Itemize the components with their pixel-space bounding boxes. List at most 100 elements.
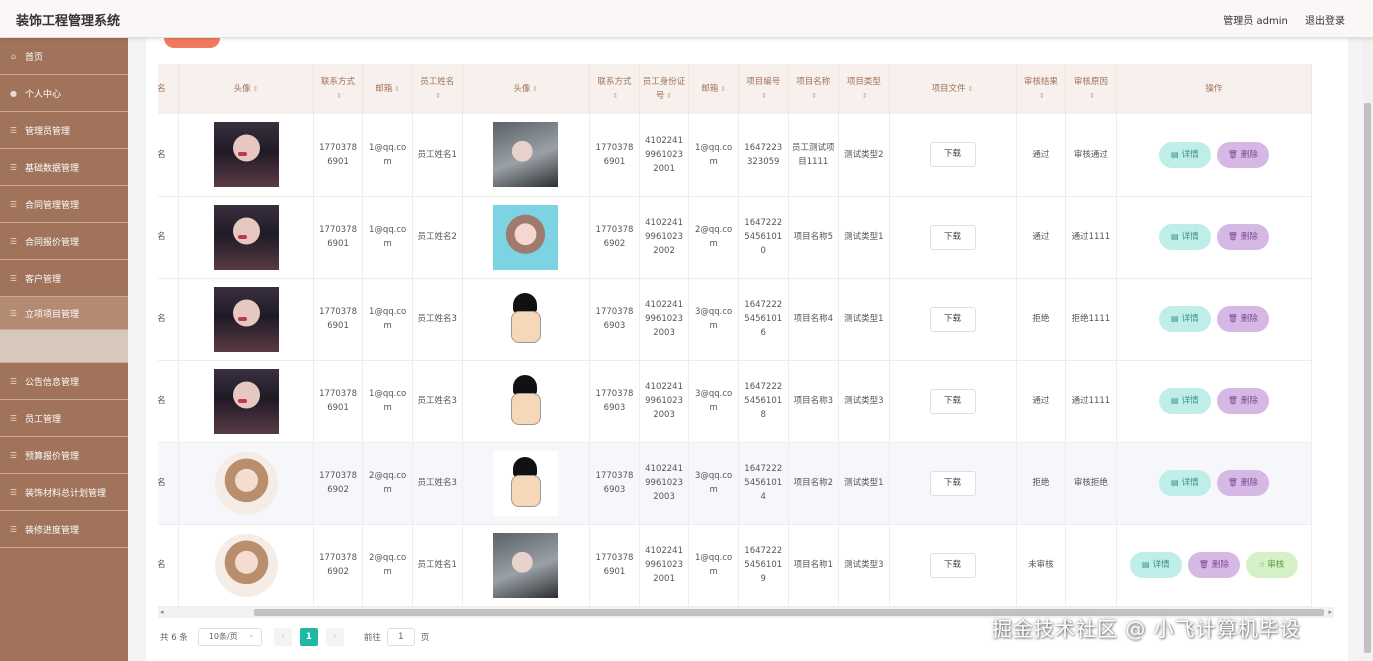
list-icon: ☰ (9, 450, 18, 460)
sort-icon[interactable]: ⇕ (862, 89, 868, 103)
actions-cell: ▤ 详情 🗑 删除 (1116, 196, 1313, 279)
table-cell: 410224199610232003 (639, 278, 690, 361)
delete-button[interactable]: 🗑 删除 (1187, 552, 1240, 578)
column-header[interactable]: 联系方式 ⇕ (589, 64, 640, 114)
page-size-select[interactable]: 10条/页 (197, 627, 262, 646)
download-button[interactable]: 下载 (929, 306, 976, 332)
sort-icon[interactable]: ⇕ (253, 82, 259, 96)
prev-page-button[interactable]: ‹ (273, 628, 292, 646)
sort-icon[interactable]: ⇕ (613, 89, 619, 103)
table-cell: 1@qq.com (688, 114, 739, 197)
download-button[interactable]: 下载 (929, 470, 976, 496)
delete-button[interactable]: 🗑 删除 (1216, 224, 1269, 250)
vertical-scrollbar[interactable] (1362, 38, 1373, 661)
column-header[interactable]: 项目编号 ⇕ (738, 64, 789, 114)
download-button[interactable]: 下载 (929, 552, 976, 578)
sidebar-item-budget[interactable]: ☰ 预算报价管理 (0, 437, 128, 474)
sort-icon[interactable]: ⇕ (761, 89, 767, 103)
sidebar-item-notice[interactable]: ☰ 公告信息管理 (0, 363, 128, 400)
scroll-right-icon[interactable]: ▸ (1328, 608, 1332, 616)
table-row: 姓名 177037869022@qq.com员工姓名1 17703786901410… (158, 524, 1313, 607)
table-row: 姓名177037869011@qq.com员工姓名117703786901410… (158, 114, 1313, 197)
column-header[interactable]: 员工身份证号 ⇕ (639, 64, 690, 114)
table-cell: 16472225456101 9 (738, 524, 789, 607)
column-header[interactable]: 头像 ⇕ (462, 64, 591, 114)
column-header[interactable]: 联系方式 ⇕ (313, 64, 364, 114)
delete-button[interactable]: 🗑 删除 (1216, 141, 1269, 168)
avatar-image (493, 204, 559, 270)
avatar-cell (462, 114, 591, 197)
column-header[interactable]: 项目名称 ⇕ (788, 64, 840, 114)
sidebar-item-profile[interactable]: ● 个人中心 (0, 75, 128, 112)
logout-link[interactable]: 退出登录 (1305, 16, 1345, 27)
download-button[interactable]: 下载 (929, 142, 976, 168)
column-header[interactable]: 项目文件 ⇕ (889, 64, 1017, 114)
document-icon: ▤ (1171, 232, 1179, 241)
column-header[interactable]: 头像 ⇕ (178, 64, 314, 114)
sort-icon[interactable]: ⇕ (394, 82, 400, 96)
table-header-row: 姓名 头像⇕ 联系方式⇕ 邮箱⇕ 员工姓名⇕ 头像⇕ 联系方式⇕ 员工身份证号⇕… (158, 64, 1313, 114)
sidebar-item-project[interactable]: ☰ 立项项目管理 (0, 297, 128, 330)
review-button[interactable]: ☝ 审核 (1245, 552, 1298, 578)
delete-button[interactable]: 🗑 删除 (1216, 470, 1269, 496)
table-cell: 17703786903 (589, 278, 640, 361)
sort-icon[interactable]: ⇕ (720, 82, 726, 96)
sidebar-item-admin[interactable]: ☰ 管理员管理 (0, 112, 128, 149)
sidebar-item-employee[interactable]: ☰ 员工管理 (0, 400, 128, 437)
column-header[interactable]: 审核原因 ⇕ (1065, 64, 1117, 114)
column-header[interactable]: 姓名 (158, 64, 180, 114)
avatar-cell (462, 278, 591, 361)
page-number-current[interactable]: 1 (299, 628, 318, 646)
table-cell: 拒绝 (1016, 442, 1067, 525)
detail-button[interactable]: ▤ 详情 (1158, 388, 1211, 414)
detail-button[interactable]: ▤ 详情 (1158, 224, 1211, 250)
sort-icon[interactable]: ⇕ (435, 89, 441, 103)
sidebar-item-progress[interactable]: ☰ 装修进度管理 (0, 511, 128, 548)
column-header[interactable]: 邮箱 ⇕ (362, 64, 413, 114)
column-header[interactable]: 员工姓名 ⇕ (412, 64, 463, 114)
list-icon: ☰ (9, 236, 18, 246)
detail-button[interactable]: ▤ 详情 (1158, 470, 1211, 496)
home-icon: ⌂ (10, 51, 17, 61)
table-cell: 项目名称4 (788, 278, 840, 361)
table-cell: 姓名 (158, 360, 180, 443)
sidebar-item-contract-quote[interactable]: ☰ 合同报价管理 (0, 223, 128, 260)
sort-icon[interactable]: ⇕ (968, 82, 974, 96)
sort-icon[interactable]: ⇕ (811, 89, 817, 103)
table-row: 姓名 177037869022@qq.com员工姓名3 17703786903410… (158, 442, 1313, 525)
download-button[interactable]: 下载 (929, 224, 976, 250)
column-header[interactable]: 审核结果 ⇕ (1016, 64, 1067, 114)
vertical-scroll-thumb[interactable] (1364, 103, 1371, 653)
page-suffix: 页 (420, 633, 430, 643)
goto-page-input[interactable]: 1 (386, 628, 415, 646)
table-cell: 2@qq.com (688, 196, 739, 279)
sort-icon[interactable]: ⇕ (1039, 89, 1045, 103)
table-cell: 测试类型3 (838, 360, 890, 443)
sidebar-subitem-active[interactable] (0, 330, 128, 363)
table-cell: 通过 (1016, 360, 1067, 443)
sort-icon[interactable]: ⇕ (532, 82, 538, 96)
sidebar-item-basic-data[interactable]: ☰ 基础数据管理 (0, 149, 128, 186)
detail-button[interactable]: ▤ 详情 (1158, 306, 1211, 332)
sort-icon[interactable]: ⇕ (666, 89, 672, 103)
avatar-image (213, 368, 279, 434)
avatar-image (213, 204, 279, 270)
sidebar-item-customer[interactable]: ☰ 客户管理 (0, 260, 128, 297)
delete-button[interactable]: 🗑 删除 (1216, 306, 1269, 332)
sidebar-item-material-plan[interactable]: ☰ 装饰材料总计划管理 (0, 474, 128, 511)
sort-icon[interactable]: ⇕ (336, 89, 342, 103)
sidebar-item-home[interactable]: ⌂ 首页 (0, 38, 128, 75)
column-header[interactable]: 邮箱 ⇕ (688, 64, 739, 114)
next-page-button[interactable]: › (325, 628, 344, 646)
download-button[interactable]: 下载 (929, 388, 976, 414)
list-icon: ☰ (9, 413, 18, 423)
detail-button[interactable]: ▤ 详情 (1129, 552, 1182, 578)
row-actions: ▤ 详情 🗑 删除 (1120, 470, 1308, 496)
sidebar-item-contract[interactable]: ☰ 合同管理管理 (0, 186, 128, 223)
sort-icon[interactable]: ⇕ (1089, 89, 1095, 103)
table-cell: 测试类型1 (838, 196, 890, 279)
delete-button[interactable]: 🗑 删除 (1216, 388, 1269, 414)
detail-button[interactable]: ▤ 详情 (1158, 141, 1211, 168)
scroll-left-icon[interactable]: ◂ (160, 608, 164, 616)
column-header[interactable]: 项目类型 ⇕ (838, 64, 890, 114)
